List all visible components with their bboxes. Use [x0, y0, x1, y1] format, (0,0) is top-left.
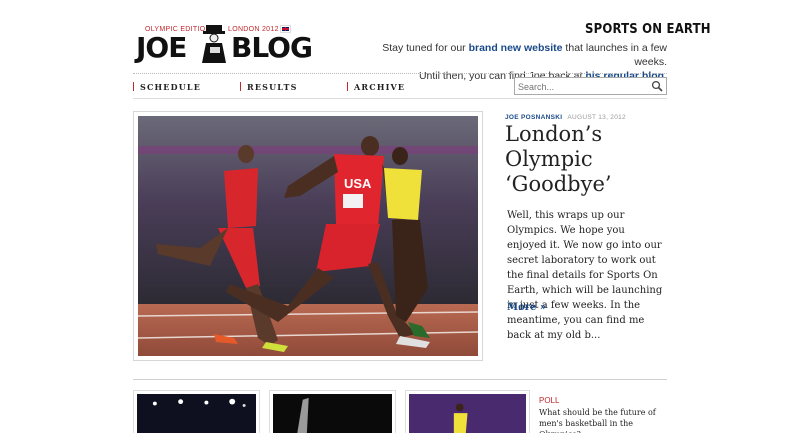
- nav-item-label: SCHEDULE: [140, 82, 202, 92]
- article-date: AUGUST 13, 2012: [567, 114, 626, 121]
- article-byline: JOE POSNANSKI AUGUST 13, 2012: [505, 114, 626, 121]
- hero-photo[interactable]: USA: [138, 116, 478, 356]
- search-box: [514, 77, 667, 95]
- athlete-bw-photo: [273, 394, 392, 433]
- nav-divider-top: [133, 73, 667, 74]
- sports-on-earth-logo[interactable]: SPORTS ON EARTH: [585, 22, 711, 37]
- nav-item-archive[interactable]: ARCHIVE: [347, 82, 405, 92]
- logo-figure-icon: [202, 25, 226, 63]
- nav-item-label: RESULTS: [247, 82, 298, 92]
- nav-divider-bottom: [133, 98, 667, 99]
- thumbnail-2[interactable]: [269, 390, 396, 433]
- nav-separator: [347, 82, 348, 91]
- author-link[interactable]: JOE POSNANSKI: [505, 114, 562, 121]
- article-excerpt: Well, this wraps up our Olympics. We hop…: [507, 210, 663, 341]
- tagline-text: Stay tuned for our: [382, 42, 469, 54]
- section-divider: [133, 379, 667, 380]
- nav-item-schedule[interactable]: SCHEDULE: [133, 82, 201, 92]
- svg-text:USA: USA: [344, 176, 372, 191]
- search-icon[interactable]: [651, 80, 663, 92]
- logo-blog-text: BLOG: [231, 31, 313, 64]
- tagline-text: that launches in a few weeks.: [562, 42, 667, 68]
- more-link[interactable]: More »: [507, 302, 546, 313]
- search-input[interactable]: [518, 80, 648, 93]
- hero-image-frame[interactable]: USA: [133, 111, 483, 361]
- poll-question[interactable]: What should be the future of men's baske…: [539, 407, 674, 433]
- nav-item-results[interactable]: RESULTS: [240, 82, 298, 92]
- poll-label: POLL: [539, 396, 560, 405]
- new-website-link[interactable]: brand new website: [469, 42, 563, 54]
- thumbnail-1[interactable]: [133, 390, 260, 433]
- nav-item-label: ARCHIVE: [354, 82, 406, 92]
- nav-separator: [133, 82, 134, 91]
- article-title[interactable]: London’s Olympic ‘Goodbye’: [505, 122, 665, 197]
- nav-separator: [240, 82, 241, 91]
- arena-lights-photo: [137, 394, 256, 433]
- sprinter-photo: [409, 394, 526, 433]
- sprinters-photo: USA: [138, 116, 478, 356]
- logo-joe-text: JOE: [136, 31, 187, 64]
- thumbnail-3[interactable]: [405, 390, 530, 433]
